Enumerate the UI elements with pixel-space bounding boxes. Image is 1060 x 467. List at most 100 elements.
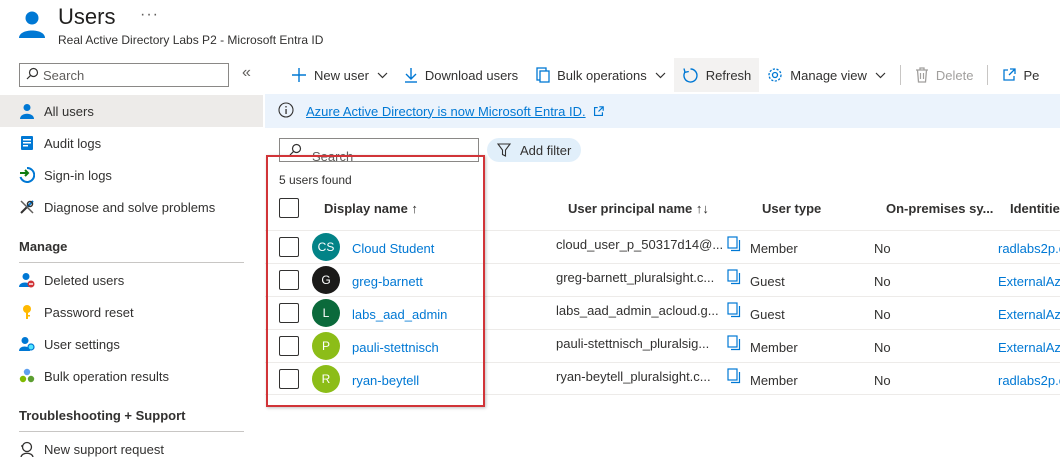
table-row[interactable]: Rryan-beytell ryan-beytell_pluralsight.c.… bbox=[265, 362, 1060, 395]
refresh-button[interactable]: Refresh bbox=[673, 58, 760, 92]
sidebar-item-diagnose[interactable]: Diagnose and solve problems bbox=[0, 191, 263, 223]
download-users-button[interactable]: Download users bbox=[396, 58, 526, 92]
user-search-input[interactable] bbox=[312, 148, 472, 161]
per-user-mfa-button[interactable]: Pe bbox=[994, 58, 1047, 92]
external-link-icon bbox=[1002, 68, 1017, 82]
user-principal-name: cloud_user_p_50317d14@... bbox=[556, 237, 724, 252]
divider bbox=[19, 262, 244, 263]
user-type: Member bbox=[750, 241, 798, 256]
sidebar-item-user-settings[interactable]: User settings bbox=[0, 328, 263, 360]
entra-rename-link[interactable]: Azure Active Directory is now Microsoft … bbox=[306, 104, 586, 119]
more-options-icon[interactable]: ··· bbox=[140, 6, 159, 24]
identity-issuer-link[interactable]: radlabs2p.o bbox=[998, 241, 1060, 256]
user-principal-name: labs_aad_admin_acloud.g... bbox=[556, 303, 719, 318]
search-icon bbox=[26, 67, 39, 83]
sidebar-item-sign-in-logs[interactable]: Sign-in logs bbox=[0, 159, 263, 191]
divider bbox=[19, 431, 244, 432]
display-name-link[interactable]: greg-barnett bbox=[352, 274, 423, 289]
manage-view-button[interactable]: Manage view bbox=[759, 58, 894, 92]
copy-icon[interactable] bbox=[727, 335, 741, 354]
column-header-identities[interactable]: Identitie bbox=[1010, 201, 1060, 216]
user-principal-name: pauli-stettnisch_pluralsig... bbox=[556, 336, 710, 351]
avatar: R bbox=[312, 365, 340, 393]
user-principal-name: ryan-beytell_pluralsight.c... bbox=[556, 369, 711, 384]
display-name-link[interactable]: pauli-stettnisch bbox=[352, 340, 439, 355]
download-users-label: Download users bbox=[424, 67, 519, 83]
row-checkbox[interactable] bbox=[279, 303, 299, 323]
identity-issuer-link[interactable]: ExternalAzu bbox=[998, 340, 1060, 355]
column-header-user-type[interactable]: User type bbox=[762, 201, 821, 216]
add-filter-label: Add filter bbox=[520, 142, 572, 158]
manage-heading: Manage bbox=[19, 239, 68, 254]
copy-icon[interactable] bbox=[727, 269, 741, 288]
display-name-link[interactable]: labs_aad_admin bbox=[352, 307, 447, 322]
new-user-button[interactable]: New user bbox=[283, 58, 396, 92]
identity-issuer-link[interactable]: ExternalAzu bbox=[998, 274, 1060, 289]
gear-icon bbox=[767, 67, 783, 83]
sidebar-item-label: New support request bbox=[44, 441, 164, 457]
sidebar-item-password-reset[interactable]: Password reset bbox=[0, 296, 263, 328]
user-type: Guest bbox=[750, 274, 785, 289]
column-header-display-name[interactable]: Display name ↑ bbox=[324, 201, 418, 216]
sidebar-item-label: Audit logs bbox=[44, 135, 102, 151]
copy-icon[interactable] bbox=[727, 368, 741, 387]
new-user-label: New user bbox=[314, 67, 369, 83]
table-row[interactable]: Ggreg-barnett greg-barnett_pluralsight.c.… bbox=[265, 263, 1060, 296]
user-search[interactable] bbox=[279, 138, 479, 162]
column-header-upn[interactable]: User principal name ↑↓ bbox=[568, 201, 709, 216]
sidebar-search[interactable] bbox=[19, 63, 229, 87]
collapse-sidebar-icon[interactable]: « bbox=[242, 64, 251, 82]
bulk-results-icon bbox=[19, 368, 35, 384]
info-icon bbox=[278, 101, 294, 121]
download-icon bbox=[404, 67, 418, 83]
row-checkbox[interactable] bbox=[279, 369, 299, 389]
user-type: Guest bbox=[750, 307, 785, 322]
sidebar-search-input[interactable] bbox=[43, 67, 213, 83]
sidebar-item-deleted-users[interactable]: Deleted users bbox=[0, 264, 263, 296]
on-premises-sync: No bbox=[874, 340, 891, 355]
select-all-checkbox[interactable] bbox=[279, 198, 299, 218]
table-row[interactable]: CS Cloud Student cloud_user_p_50317d14@...… bbox=[265, 230, 1060, 263]
trash-icon bbox=[915, 67, 929, 83]
filter-icon bbox=[497, 143, 511, 157]
row-checkbox[interactable] bbox=[279, 336, 299, 356]
table-row[interactable]: Llabs_aad_admin labs_aad_admin_acloud.g..… bbox=[265, 296, 1060, 329]
delete-button[interactable]: Delete bbox=[907, 58, 982, 92]
plus-icon bbox=[291, 67, 307, 83]
support-heading: Troubleshooting + Support bbox=[19, 408, 186, 423]
add-filter-button[interactable]: Add filter bbox=[487, 138, 582, 162]
column-header-on-premises-sync[interactable]: On-premises sy... bbox=[886, 201, 993, 216]
sidebar-item-label: Deleted users bbox=[44, 272, 125, 288]
user-type: Member bbox=[750, 340, 798, 355]
avatar: P bbox=[312, 332, 340, 360]
audit-log-icon bbox=[19, 135, 35, 151]
info-banner: Azure Active Directory is now Microsoft … bbox=[265, 94, 1060, 128]
copy-icon[interactable] bbox=[727, 236, 741, 255]
sidebar-item-bulk-results[interactable]: Bulk operation results bbox=[0, 360, 263, 392]
chevron-down-icon bbox=[377, 72, 388, 79]
identity-issuer-link[interactable]: ExternalAzu bbox=[998, 307, 1060, 322]
sidebar-item-label: Bulk operation results bbox=[44, 368, 170, 384]
user-icon bbox=[19, 103, 35, 119]
user-principal-name: greg-barnett_pluralsight.c... bbox=[556, 270, 715, 285]
bulk-operations-button[interactable]: Bulk operations bbox=[526, 58, 674, 92]
per-user-mfa-label: Pe bbox=[1023, 67, 1040, 83]
display-name-link[interactable]: Cloud Student bbox=[352, 241, 434, 256]
row-checkbox[interactable] bbox=[279, 270, 299, 290]
display-name-link[interactable]: ryan-beytell bbox=[352, 373, 419, 388]
row-checkbox[interactable] bbox=[279, 237, 299, 257]
sidebar-item-audit-logs[interactable]: Audit logs bbox=[0, 127, 263, 159]
bulk-operations-icon bbox=[534, 67, 550, 83]
identity-issuer-link[interactable]: radlabs2p.o bbox=[998, 373, 1060, 388]
on-premises-sync: No bbox=[874, 373, 891, 388]
results-count: 5 users found bbox=[279, 173, 352, 187]
wrench-icon bbox=[19, 199, 35, 215]
support-icon bbox=[19, 441, 35, 457]
sidebar-item-all-users[interactable]: All users bbox=[0, 95, 263, 127]
copy-icon[interactable] bbox=[727, 302, 741, 321]
sidebar-item-new-support-request[interactable]: New support request bbox=[0, 433, 263, 465]
chevron-down-icon bbox=[875, 72, 886, 79]
table-row[interactable]: Ppauli-stettnisch pauli-stettnisch_plural… bbox=[265, 329, 1060, 362]
sidebar-item-label: User settings bbox=[44, 336, 120, 352]
avatar: CS bbox=[312, 233, 340, 261]
